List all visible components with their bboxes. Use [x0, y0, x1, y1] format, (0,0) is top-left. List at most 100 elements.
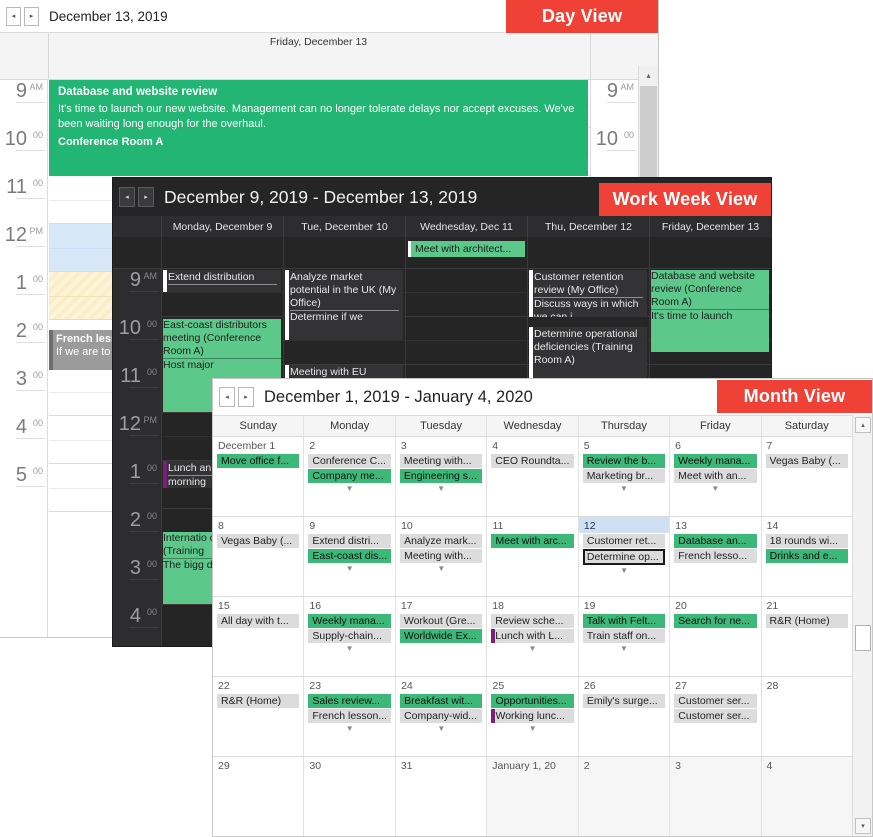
more-appointments-icon[interactable]: ▼: [579, 644, 669, 654]
day-view-allday-area[interactable]: Friday, December 13: [0, 33, 658, 80]
month-day-cell[interactable]: 3 Meeting with... Engineering s... ▼: [394, 437, 487, 516]
appointment-block[interactable]: Workout (Gre...: [399, 614, 483, 628]
appointment-block[interactable]: Vegas Baby (...: [765, 454, 848, 468]
appointment-block[interactable]: Sales review...: [308, 694, 392, 708]
day-header[interactable]: Thu, December 12: [527, 216, 649, 237]
appointment-block[interactable]: Train staff on...: [582, 629, 666, 643]
month-day-cell[interactable]: 4 CEO Roundta...: [486, 437, 578, 516]
month-day-cell[interactable]: 12 Customer ret... Determine op... ▼: [577, 517, 670, 596]
day-number[interactable]: 23: [304, 677, 395, 693]
month-day-cell[interactable]: 25 Opportunities... Working lunc... ▼: [486, 677, 578, 756]
appointment-block[interactable]: Move office f...: [217, 454, 300, 468]
appointment-block[interactable]: Analyze market potential in the UK (My O…: [285, 270, 403, 340]
appointment-block[interactable]: R&R (Home): [765, 614, 848, 628]
day-number[interactable]: 4: [762, 757, 852, 773]
day-number[interactable]: 21: [762, 597, 852, 613]
appointment-block[interactable]: Engineering s...: [399, 469, 483, 483]
appointment-block-selected[interactable]: Determine op...: [582, 549, 666, 565]
more-appointments-icon[interactable]: ▼: [670, 484, 760, 494]
month-day-cell[interactable]: 14 18 rounds wi... Drinks and e...: [760, 517, 853, 596]
day-number[interactable]: 2: [304, 437, 394, 453]
appointment-block[interactable]: Meeting with...: [399, 454, 483, 468]
scroll-up-icon[interactable]: ▴: [641, 68, 656, 83]
day-number[interactable]: 16: [304, 597, 394, 613]
appointment-block[interactable]: Supply-chain...: [308, 629, 391, 643]
appointment-block[interactable]: Worldwide Ex...: [399, 629, 483, 643]
more-appointments-icon[interactable]: ▼: [579, 566, 669, 576]
month-day-cell[interactable]: 6 Weekly mana... Meet with an... ▼: [669, 437, 761, 516]
month-day-cell[interactable]: January 1, 20: [486, 757, 578, 836]
appointment-block[interactable]: Working lunc...: [491, 709, 574, 723]
appointment-block[interactable]: All day with t...: [217, 614, 300, 628]
month-day-cell[interactable]: 10 Analyze mark... Meeting with... ▼: [395, 517, 487, 596]
appointment-block[interactable]: Review the b...: [582, 454, 666, 468]
month-day-cell[interactable]: 17 Workout (Gre... Worldwide Ex...: [394, 597, 487, 676]
more-appointments-icon[interactable]: ▼: [579, 484, 669, 494]
next-period-icon[interactable]: ▸: [238, 387, 254, 407]
day-number[interactable]: 3: [396, 437, 486, 453]
day-header[interactable]: Monday, December 9: [161, 216, 283, 237]
month-day-cell[interactable]: 15 All day with t...: [213, 597, 304, 676]
month-day-cell[interactable]: 18 Review sche... Lunch with L... ▼: [486, 597, 578, 676]
appointment-block[interactable]: Marketing br...: [582, 469, 666, 483]
month-day-cell[interactable]: 22 R&R (Home): [213, 677, 304, 756]
next-period-icon[interactable]: ▸: [138, 187, 154, 207]
month-day-cell[interactable]: 19 Talk with Felt... Train staff on... ▼: [577, 597, 670, 676]
appointment-block[interactable]: Customer ser...: [674, 709, 757, 723]
day-number[interactable]: 25: [487, 677, 577, 693]
month-day-cell[interactable]: 5 Review the b... Marketing br... ▼: [577, 437, 670, 516]
appointment-block[interactable]: Customer retention review (My Office) Di…: [529, 270, 647, 317]
scroll-up-icon[interactable]: ▴: [855, 417, 871, 433]
day-number[interactable]: 4: [487, 437, 577, 453]
month-day-cell[interactable]: 21 R&R (Home): [760, 597, 852, 676]
day-number[interactable]: 15: [213, 597, 303, 613]
more-appointments-icon[interactable]: ▼: [304, 644, 394, 654]
appointment-block[interactable]: 18 rounds wi...: [765, 534, 849, 548]
day-header[interactable]: Tue, December 10: [283, 216, 405, 237]
appointment-block[interactable]: Company me...: [308, 469, 391, 483]
more-appointments-icon[interactable]: ▼: [487, 644, 577, 654]
next-period-icon[interactable]: ▸: [24, 6, 39, 26]
month-day-cell[interactable]: 26 Emily's surge...: [577, 677, 670, 756]
day-number[interactable]: 3: [670, 757, 760, 773]
appointment-block[interactable]: Extend distri...: [308, 534, 392, 548]
day-number[interactable]: 10: [396, 517, 486, 533]
appointment-block[interactable]: Weekly mana...: [674, 454, 757, 468]
day-number[interactable]: 22: [213, 677, 303, 693]
day-number[interactable]: 2: [579, 757, 669, 773]
appointment-block[interactable]: Search for ne...: [674, 614, 757, 628]
more-appointments-icon[interactable]: ▼: [396, 724, 486, 734]
day-number[interactable]: 6: [670, 437, 760, 453]
work-week-allday-area[interactable]: Meet with architect...: [113, 237, 771, 269]
appointment-block[interactable]: Meet with an...: [674, 469, 757, 483]
prev-period-icon[interactable]: ◂: [119, 187, 135, 207]
day-header[interactable]: Friday, December 13: [649, 216, 771, 237]
day-number[interactable]: 9: [304, 517, 395, 533]
more-appointments-icon[interactable]: ▼: [396, 484, 486, 494]
day-number[interactable]: 17: [396, 597, 486, 613]
month-day-cell[interactable]: 3: [669, 757, 761, 836]
appointment-block[interactable]: Database and website review It's time to…: [49, 80, 588, 176]
appointment-block[interactable]: R&R (Home): [217, 694, 300, 708]
appointment-block[interactable]: Extend distribution: [163, 270, 281, 292]
month-day-cell[interactable]: 20 Search for ne...: [669, 597, 761, 676]
day-header[interactable]: Wednesday, Dec 11: [405, 216, 527, 237]
month-day-cell[interactable]: 13 Database an... French lesso...: [669, 517, 761, 596]
appointment-block[interactable]: Company-wid...: [400, 709, 483, 723]
scrollbar-thumb[interactable]: [855, 625, 871, 651]
appointment-block[interactable]: Drinks and e...: [765, 549, 849, 563]
appointment-block[interactable]: Meet with arc...: [491, 534, 574, 548]
month-day-cell[interactable]: 9 Extend distri... East-coast dis... ▼: [303, 517, 396, 596]
day-number[interactable]: 13: [670, 517, 760, 533]
appointment-block[interactable]: Analyze mark...: [400, 534, 483, 548]
month-day-cell[interactable]: 27 Customer ser... Customer ser...: [669, 677, 761, 756]
month-day-cell[interactable]: 2 Conference C... Company me... ▼: [303, 437, 395, 516]
day-number[interactable]: 24: [396, 677, 486, 693]
month-day-cell[interactable]: 23 Sales review... French lesson... ▼: [303, 677, 396, 756]
day-number[interactable]: 5: [579, 437, 669, 453]
appointment-block[interactable]: Determine operational deficiencies (Trai…: [529, 327, 647, 383]
month-day-cell[interactable]: 28: [760, 677, 853, 756]
allday-cell[interactable]: [527, 237, 649, 268]
appointment-block[interactable]: Conference C...: [308, 454, 391, 468]
month-day-cell[interactable]: 8 Vegas Baby (...: [213, 517, 304, 596]
